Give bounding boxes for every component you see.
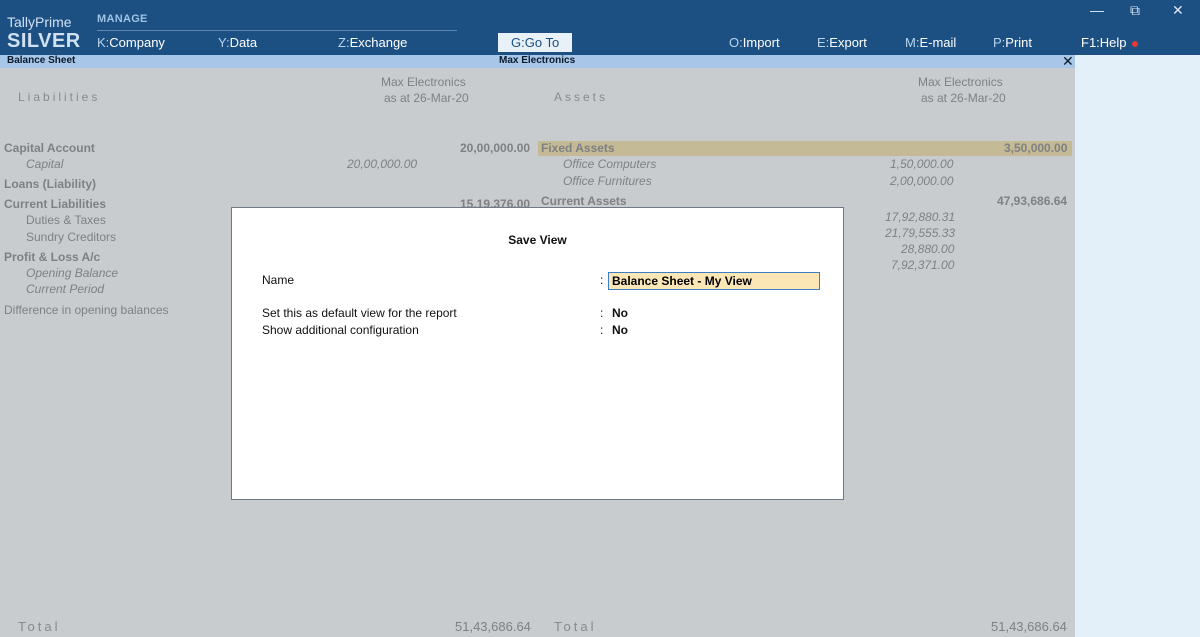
menu-email[interactable]: M:E-mail bbox=[905, 35, 956, 50]
brand-edition: SILVER bbox=[7, 30, 81, 52]
default-view-label: Set this as default view for the report bbox=[262, 306, 457, 320]
menu-export[interactable]: E:Export bbox=[817, 35, 867, 50]
report-title-bar: Balance Sheet Max Electronics ✕ bbox=[0, 53, 1075, 69]
menu-help[interactable]: F1:Help bbox=[1081, 35, 1138, 50]
help-notification-dot bbox=[1131, 40, 1138, 47]
restore-icon[interactable]: ⧉ bbox=[1130, 2, 1140, 19]
menu-print[interactable]: P:Print bbox=[993, 35, 1032, 50]
additional-config-value[interactable]: No bbox=[612, 323, 628, 337]
menu-data[interactable]: Y:Data bbox=[218, 35, 257, 50]
menu-import[interactable]: O:Import bbox=[729, 35, 780, 50]
manage-divider bbox=[97, 30, 457, 31]
menu-goto[interactable]: G:Go To bbox=[498, 33, 573, 52]
menu-exchange[interactable]: Z:Exchange bbox=[338, 35, 407, 50]
name-colon: : bbox=[600, 273, 604, 287]
brand-name: TallyPrime bbox=[7, 14, 72, 30]
default-view-value[interactable]: No bbox=[612, 306, 628, 320]
manage-section-label: MANAGE bbox=[97, 13, 148, 25]
additional-config-label: Show additional configuration bbox=[262, 323, 419, 337]
menu-company[interactable]: K:Company bbox=[97, 35, 165, 50]
default-view-colon: : bbox=[600, 306, 604, 320]
company-name: Max Electronics bbox=[499, 55, 576, 66]
dialog-title: Save View bbox=[508, 233, 567, 247]
view-name-input[interactable]: Balance Sheet - My View bbox=[608, 272, 820, 290]
additional-config-colon: : bbox=[600, 323, 604, 337]
minimize-icon[interactable]: — bbox=[1090, 2, 1104, 18]
close-window-icon[interactable]: ✕ bbox=[1172, 2, 1184, 19]
button-bar-panel bbox=[1075, 55, 1200, 637]
save-view-dialog: Save View Name : Balance Sheet - My View… bbox=[231, 207, 844, 500]
top-bar: TallyPrime SILVER MANAGE K:Company Y:Dat… bbox=[0, 0, 1200, 55]
name-label: Name bbox=[262, 273, 295, 287]
report-name: Balance Sheet bbox=[7, 55, 76, 66]
